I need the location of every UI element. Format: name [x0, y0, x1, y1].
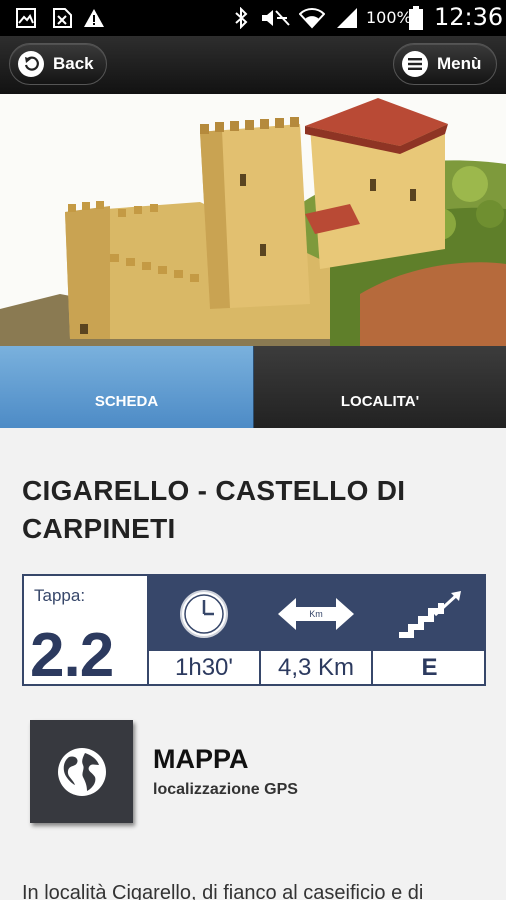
battery-icon	[408, 6, 424, 30]
clock: 12:36	[434, 3, 504, 31]
route-info-table: Tappa: 2.2 1h30' Km 4,3 Km E	[22, 574, 486, 690]
duration-cell: 1h30'	[149, 576, 261, 684]
distance-icon-text: Km	[309, 609, 323, 619]
signal-icon	[334, 6, 360, 30]
status-bar: 100% 12:36	[0, 0, 506, 36]
menu-button[interactable]: Menù	[393, 43, 497, 85]
map-title[interactable]: MAPPA	[153, 744, 249, 775]
gallery-icon	[14, 6, 38, 30]
bluetooth-icon	[232, 6, 250, 30]
distance-arrow-icon: Km	[261, 576, 371, 651]
map-button[interactable]	[30, 720, 133, 823]
hamburger-icon	[402, 51, 428, 77]
difficulty-value: E	[421, 653, 438, 681]
castle-illustration	[0, 94, 506, 346]
page-title: CIGARELLO - CASTELLO DI CARPINETI	[22, 475, 406, 544]
duration-value: 1h30'	[175, 653, 233, 681]
globe-icon	[57, 747, 106, 796]
app-header: Back Menù	[0, 36, 506, 94]
clock-icon	[149, 576, 259, 651]
back-arrow-icon	[18, 51, 44, 77]
tappa-cell: Tappa: 2.2	[24, 576, 149, 690]
tab-bar: SCHEDA LOCALITA'	[0, 346, 506, 428]
menu-button-label: Menù	[437, 54, 482, 73]
warning-icon	[82, 6, 106, 30]
tab-localita[interactable]: LOCALITA'	[254, 346, 506, 428]
no-sim-icon	[50, 6, 76, 30]
wifi-icon	[298, 6, 326, 30]
tappa-label: Tappa:	[34, 586, 86, 605]
description-text: In località Cigarello, di fianco al case…	[22, 882, 424, 900]
mute-icon	[258, 6, 292, 30]
tab-scheda[interactable]: SCHEDA	[0, 346, 254, 428]
distance-cell: Km 4,3 Km	[261, 576, 373, 684]
back-button-label: Back	[53, 54, 94, 73]
back-button[interactable]: Back	[9, 43, 107, 85]
distance-value: 4,3 Km	[277, 653, 355, 681]
tappa-value: 2.2	[30, 621, 114, 690]
difficulty-cell: E	[373, 576, 486, 684]
stairs-icon	[373, 576, 486, 651]
map-subtitle: localizzazione GPS	[153, 781, 298, 798]
battery-percent: 100%	[366, 8, 412, 27]
